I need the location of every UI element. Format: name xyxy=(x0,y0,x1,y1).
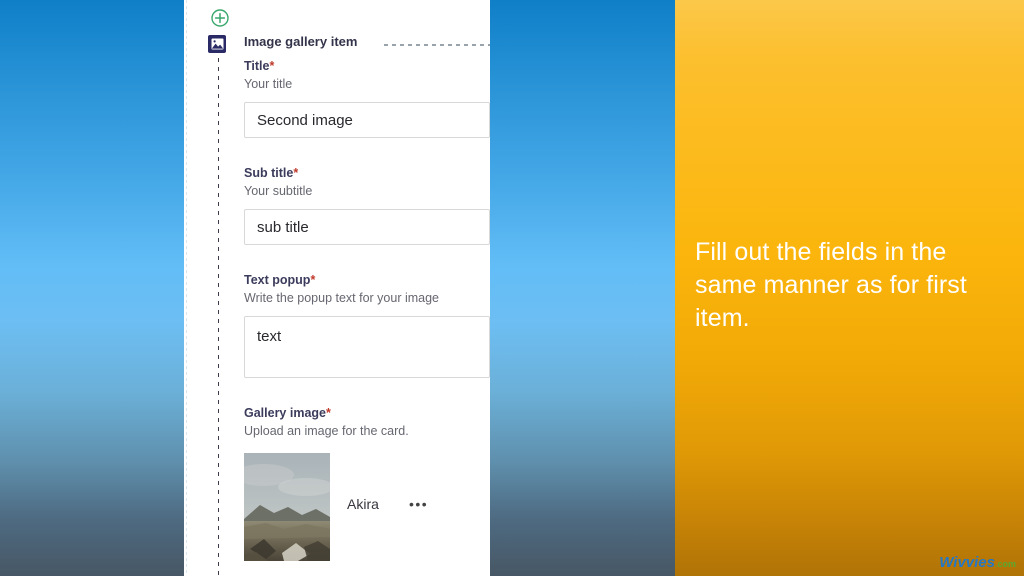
field-title-label-text: Title xyxy=(244,59,270,73)
field-sub-title-description: Your subtitle xyxy=(244,184,313,198)
file-overflow-menu-icon[interactable]: ••• xyxy=(409,497,428,511)
item-type-label: Image gallery item xyxy=(244,34,358,49)
watermark-brand: Wivvies xyxy=(939,554,995,571)
field-gallery-image: Gallery image* Upload an image for the c… xyxy=(244,405,490,561)
sub-title-input[interactable] xyxy=(244,209,490,245)
image-gallery-icon xyxy=(208,35,226,53)
field-gallery-image-description: Upload an image for the card. xyxy=(244,424,409,438)
watermark: Wivvies.com xyxy=(939,555,1016,570)
field-sub-title-label: Sub title* xyxy=(244,165,490,181)
field-gallery-image-label-text: Gallery image xyxy=(244,406,326,420)
field-text-popup-description: Write the popup text for your image xyxy=(244,291,440,305)
image-gallery-item-form-panel: Image gallery item Title* Your title Sub… xyxy=(184,0,490,576)
panel-left-dotted-edge xyxy=(186,0,187,576)
field-sub-title: Sub title* Your subtitle xyxy=(244,165,490,245)
uploaded-image-thumbnail[interactable] xyxy=(244,453,330,561)
field-title-description: Your title xyxy=(244,77,293,91)
field-gallery-image-required-marker: * xyxy=(326,406,331,420)
field-text-popup-required-marker: * xyxy=(310,273,316,287)
field-text-popup-label: Text popup* xyxy=(244,272,490,288)
instruction-callout-panel: Fill out the fields in the same manner a… xyxy=(675,0,1024,576)
screenshot-stage: Image gallery item Title* Your title Sub… xyxy=(0,0,1024,576)
instruction-text: Fill out the fields in the same manner a… xyxy=(695,238,967,332)
text-popup-textarea[interactable] xyxy=(244,316,490,378)
add-item-button[interactable] xyxy=(210,8,230,28)
uploaded-file-name: Akira xyxy=(347,496,379,512)
field-title-label: Title* xyxy=(244,58,490,74)
field-title-required-marker: * xyxy=(269,59,275,73)
title-input[interactable] xyxy=(244,102,490,138)
watermark-tld: .com xyxy=(994,559,1016,569)
field-sub-title-required-marker: * xyxy=(293,166,299,180)
uploaded-file-row: Akira ••• xyxy=(244,453,490,561)
form-vertical-dashed-spine xyxy=(218,58,219,576)
circle-plus-icon[interactable] xyxy=(210,8,230,28)
field-gallery-image-label: Gallery image* xyxy=(244,405,490,421)
item-header: Image gallery item xyxy=(208,34,490,56)
header-dashed-connector xyxy=(384,44,490,46)
field-sub-title-label-text: Sub title xyxy=(244,166,294,180)
field-text-popup-label-text: Text popup xyxy=(244,273,311,287)
field-text-popup: Text popup* Write the popup text for you… xyxy=(244,272,490,383)
field-title: Title* Your title xyxy=(244,58,490,138)
